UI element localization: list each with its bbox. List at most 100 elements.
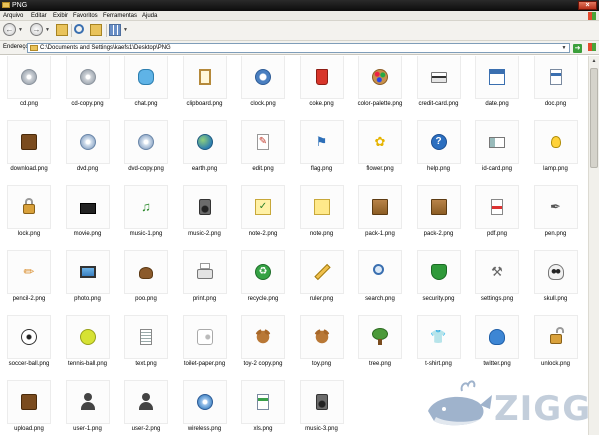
file-item[interactable]: cd.png [0, 56, 59, 117]
file-item[interactable]: download.png [0, 120, 59, 182]
menu-arquivo[interactable]: Arquivo [3, 12, 23, 20]
file-thumbnail[interactable] [124, 380, 168, 424]
back-dropdown-icon[interactable]: ▼ [18, 27, 23, 33]
file-thumbnail[interactable] [533, 120, 578, 164]
file-thumbnail[interactable] [7, 185, 51, 229]
views-dropdown-icon[interactable]: ▼ [123, 27, 128, 33]
file-item[interactable]: dvd.png [58, 120, 118, 182]
file-item[interactable]: ✒ pen.png [526, 185, 586, 247]
file-thumbnail[interactable] [65, 185, 110, 229]
file-item[interactable]: skull.png [526, 250, 586, 312]
close-button[interactable]: × [578, 1, 597, 10]
file-item[interactable]: ruler.png [292, 250, 352, 312]
file-item[interactable]: lock.png [0, 185, 59, 247]
file-thumbnail[interactable] [475, 185, 519, 229]
folder-up-icon[interactable] [56, 24, 68, 36]
file-thumbnail[interactable]: ♻ [241, 250, 285, 294]
file-item[interactable]: ✎ edit.png [233, 120, 293, 182]
file-thumbnail[interactable] [182, 185, 227, 229]
file-thumbnail[interactable]: ? [416, 120, 461, 164]
back-arrow-icon[interactable]: ← [3, 23, 16, 36]
file-thumbnail[interactable] [65, 380, 110, 424]
scroll-up-icon[interactable]: ▲ [589, 56, 599, 66]
file-item[interactable]: tree.png [350, 315, 410, 377]
file-thumbnail[interactable] [124, 56, 168, 99]
file-thumbnail[interactable]: ⚒ [475, 250, 519, 294]
menu-ferramentas[interactable]: Ferramentas [103, 12, 137, 20]
file-thumbnail[interactable] [358, 315, 402, 359]
file-thumbnail[interactable]: 👕 [416, 315, 461, 359]
file-item[interactable]: movie.png [58, 185, 118, 247]
file-item[interactable]: lamp.png [526, 120, 586, 182]
menu-favoritos[interactable]: Favoritos [73, 12, 98, 20]
file-item[interactable]: ? help.png [409, 120, 469, 182]
go-button[interactable]: ➜ [573, 44, 582, 53]
file-thumbnail[interactable] [358, 56, 402, 99]
file-item[interactable]: 👕 t-shirt.png [409, 315, 469, 377]
file-item[interactable]: ⚑ flag.png [292, 120, 352, 182]
file-item[interactable]: clipboard.png [175, 56, 235, 117]
file-thumbnail[interactable] [533, 56, 578, 99]
menu-exibir[interactable]: Exibir [53, 12, 68, 20]
file-item[interactable]: credit-card.png [409, 56, 469, 117]
file-item[interactable]: ⚒ settings.png [467, 250, 527, 312]
file-item[interactable]: xls.png [233, 380, 293, 435]
file-item[interactable]: soccer-ball.png [0, 315, 59, 377]
file-item[interactable]: toy-2 copy.png [233, 315, 293, 377]
file-thumbnail[interactable] [7, 315, 51, 359]
file-item[interactable]: ✏ pencil-2.png [0, 250, 59, 312]
file-thumbnail[interactable]: ✎ [241, 120, 285, 164]
file-item[interactable]: ♫ music-1.png [116, 185, 176, 247]
file-item[interactable]: date.png [467, 56, 527, 117]
file-thumbnail[interactable] [7, 56, 51, 99]
file-thumbnail[interactable] [182, 380, 227, 424]
menu-editar[interactable]: Editar [31, 12, 47, 20]
file-thumbnail[interactable] [182, 250, 227, 294]
file-item[interactable]: pack-1.png [350, 185, 410, 247]
scroll-thumb[interactable] [590, 68, 598, 168]
file-thumbnail[interactable] [299, 250, 344, 294]
file-item[interactable]: chat.png [116, 56, 176, 117]
file-thumbnail[interactable] [65, 315, 110, 359]
file-thumbnail[interactable] [124, 120, 168, 164]
file-item[interactable]: search.png [350, 250, 410, 312]
file-thumbnail[interactable] [358, 250, 402, 294]
file-thumbnail[interactable] [299, 56, 344, 99]
file-thumbnail[interactable]: ⚑ [299, 120, 344, 164]
file-thumbnail[interactable] [65, 250, 110, 294]
file-thumbnail[interactable]: ♫ [124, 185, 168, 229]
file-thumbnail[interactable]: ✓ [241, 185, 285, 229]
file-thumbnail[interactable] [533, 250, 578, 294]
file-item[interactable]: toilet-paper.png [175, 315, 235, 377]
file-item[interactable]: toy.png [292, 315, 352, 377]
vertical-scrollbar[interactable]: ▲ [588, 56, 599, 435]
file-thumbnail[interactable] [416, 250, 461, 294]
file-item[interactable]: wireless.png [175, 380, 235, 435]
file-thumbnail[interactable] [299, 315, 344, 359]
file-item[interactable]: pack-2.png [409, 185, 469, 247]
file-thumbnail[interactable] [241, 56, 285, 99]
file-item[interactable]: ✿ flower.png [350, 120, 410, 182]
file-thumbnail[interactable] [241, 315, 285, 359]
file-item[interactable]: poo.png [116, 250, 176, 312]
file-thumbnail[interactable] [358, 185, 402, 229]
file-thumbnail[interactable] [241, 380, 285, 424]
file-item[interactable]: clock.png [233, 56, 293, 117]
file-item[interactable]: tennis-ball.png [58, 315, 118, 377]
file-item[interactable]: cd-copy.png [58, 56, 118, 117]
file-thumbnail[interactable] [65, 120, 110, 164]
file-thumbnail[interactable] [475, 315, 519, 359]
file-item[interactable]: twitter.png [467, 315, 527, 377]
file-item[interactable]: earth.png [175, 120, 235, 182]
file-thumbnail[interactable] [124, 315, 168, 359]
folders-icon[interactable] [90, 24, 102, 36]
file-item[interactable]: photo.png [58, 250, 118, 312]
file-thumbnail[interactable] [7, 120, 51, 164]
search-icon[interactable] [74, 24, 84, 34]
file-item[interactable]: id-card.png [467, 120, 527, 182]
file-thumbnail[interactable] [299, 380, 344, 424]
address-input[interactable]: C:\Documents and Settings\kaefs1\Desktop… [27, 43, 570, 53]
file-item[interactable]: ✓ note-2.png [233, 185, 293, 247]
file-item[interactable]: doc.png [526, 56, 586, 117]
file-thumbnail[interactable] [299, 185, 344, 229]
